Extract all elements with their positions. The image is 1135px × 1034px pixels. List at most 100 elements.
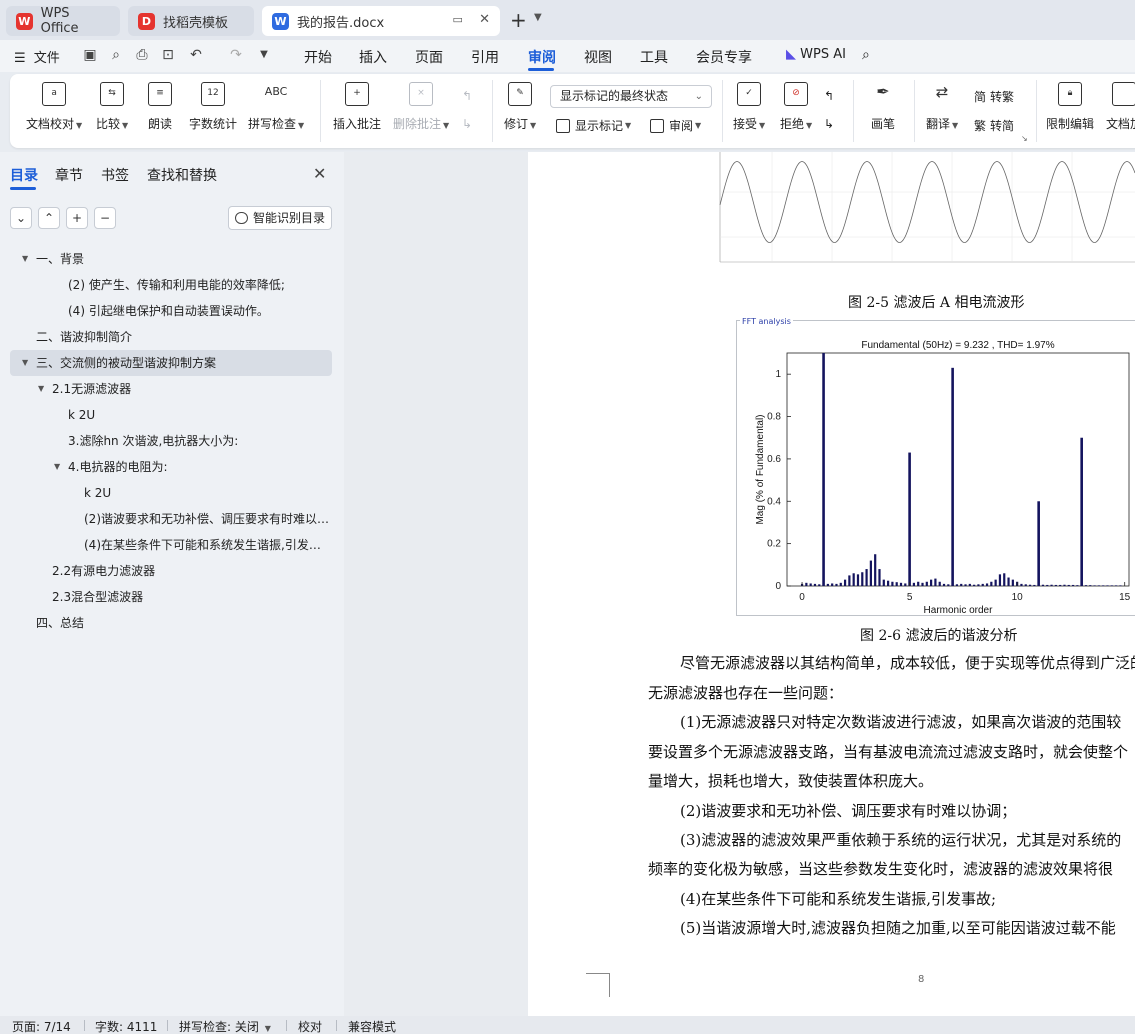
toc-item[interactable]: ▼ 2.1无源滤波器 <box>10 376 332 402</box>
toc-item[interactable]: k 2U <box>10 402 332 428</box>
menu-page[interactable]: 页面 <box>415 47 443 67</box>
to-simplified-button[interactable]: 繁 转简 <box>974 117 1014 134</box>
expand-down-icon[interactable]: ⌄ <box>10 207 32 229</box>
previous-change-icon[interactable]: ↰ <box>824 89 834 103</box>
word-count-button[interactable]: 12 字数统计 <box>189 82 237 132</box>
toc-item[interactable]: k 2U <box>10 480 332 506</box>
next-comment-icon[interactable]: ↳ <box>462 117 472 131</box>
toc-item[interactable]: ▼ 一、背景 <box>10 246 332 272</box>
remove-heading-icon[interactable]: − <box>94 207 116 229</box>
add-heading-icon[interactable]: + <box>66 207 88 229</box>
y-axis-label: Mag (% of Fundamental) <box>755 414 766 524</box>
chevron-down-icon[interactable]: ▼ <box>534 12 542 23</box>
fft-bar-chart: 0 5 10 15 0 0.2 0.4 0.6 0.8 1 Fundamental (50Hz) =… <box>755 340 1131 616</box>
doc-more-icon <box>1112 82 1135 106</box>
nav-tab-find-replace[interactable]: 查找和替换 <box>147 165 217 185</box>
wps-ai-button[interactable]: ◣ WPS AI <box>786 47 846 62</box>
toc-item[interactable]: (2)谐波要求和无功补偿、调压要求有时难以协调; <box>10 506 332 532</box>
toc-item[interactable]: ▼ 三、交流侧的被动型谐波抑制方案 <box>10 350 332 376</box>
fft-bar <box>891 581 894 586</box>
fft-bar <box>964 584 967 586</box>
nav-tab-sections[interactable]: 章节 <box>55 165 83 185</box>
doc-more-button[interactable]: 文档加 <box>1106 82 1135 132</box>
status-word-count[interactable]: 字数: 4111 <box>95 1018 157 1034</box>
print-icon[interactable]: ⎙ <box>134 47 150 63</box>
toc-item[interactable]: 3.滤除hn 次谐波,电抗器大小为: <box>10 428 332 454</box>
search-icon[interactable]: ⌕ <box>862 47 870 63</box>
close-icon[interactable]: ✕ <box>313 164 326 183</box>
review-pane-button[interactable]: 审阅 ▼ <box>650 117 701 134</box>
menu-review[interactable]: 审阅 <box>528 47 556 67</box>
fft-bar <box>925 581 928 586</box>
previous-comment-icon[interactable]: ↰ <box>462 89 472 103</box>
fft-bar <box>882 579 885 586</box>
tab-docer-templates[interactable]: D 找稻壳模板 <box>128 6 254 36</box>
spell-check-button[interactable]: ABC 拼写检查 ▼ <box>248 82 304 132</box>
insert-comment-button[interactable]: + 插入批注 <box>333 82 381 132</box>
restrict-edit-button[interactable]: 🔒︎ 限制编辑 <box>1046 82 1094 132</box>
menu-home[interactable]: 开始 <box>304 47 332 67</box>
window-restore-icon[interactable]: ▭ <box>453 13 463 26</box>
undo-icon[interactable]: ↶ <box>188 47 204 63</box>
compare-button[interactable]: ⇆ 比较 ▼ <box>96 82 128 132</box>
ribbon-separator <box>914 80 915 142</box>
toc-item[interactable]: (2) 使产生、传输和利用电能的效率降低; <box>10 272 332 298</box>
expand-toggle-icon[interactable]: ▼ <box>54 454 60 480</box>
menu-member[interactable]: 会员专享 <box>696 47 752 67</box>
new-tab-icon[interactable]: + <box>510 8 527 32</box>
smart-toc-button[interactable]: 智能识别目录 <box>228 206 332 230</box>
expand-toggle-icon[interactable]: ▼ <box>22 246 28 272</box>
fft-bar <box>886 580 890 586</box>
redo-icon[interactable]: ↷ <box>228 47 244 63</box>
body-paragraph: (3)滤波器的滤波效果严重依赖于系统的运行状况，尤其是对系统的 <box>680 831 1122 849</box>
accept-button[interactable]: ✓ 接受 ▼ <box>733 82 765 132</box>
tab-my-report-docx[interactable]: W 我的报告.docx ▭ ✕ <box>262 6 500 36</box>
nav-tab-toc[interactable]: 目录 <box>10 165 38 185</box>
expand-toggle-icon[interactable]: ▼ <box>38 376 44 402</box>
menu-tools[interactable]: 工具 <box>640 47 668 67</box>
toc-item[interactable]: 二、谐波抑制简介 <box>10 324 332 350</box>
menu-view[interactable]: 视图 <box>584 47 612 67</box>
expand-toggle-icon[interactable]: ▼ <box>22 350 28 376</box>
status-spell-check[interactable]: 拼写检查: 关闭 ▼ <box>179 1018 271 1034</box>
fft-bar <box>1067 584 1070 586</box>
toc-item[interactable]: 2.2有源电力滤波器 <box>10 558 332 584</box>
body-paragraph: (4)在某些条件下可能和系统发生谐振,引发事故; <box>680 890 997 908</box>
quick-access-more-icon[interactable]: ▼ <box>256 47 272 63</box>
status-proof[interactable]: 校对 <box>298 1018 322 1034</box>
share-icon[interactable]: ⌕ <box>108 47 124 63</box>
collapse-up-icon[interactable]: ⌃ <box>38 207 60 229</box>
group-launcher-icon[interactable]: ↘ <box>1021 134 1028 143</box>
menu-insert[interactable]: 插入 <box>359 47 387 67</box>
save-icon[interactable]: ▣ <box>82 47 98 63</box>
nav-tab-bookmarks[interactable]: 书签 <box>101 165 129 185</box>
translate-button[interactable]: ⇄ 翻译 ▼ <box>926 82 958 132</box>
delete-comment-button[interactable]: × 删除批注 ▼ <box>393 82 449 132</box>
next-change-icon[interactable]: ↳ <box>824 117 834 131</box>
print-preview-icon[interactable]: ⊡ <box>160 47 176 63</box>
reject-button[interactable]: ⊘ 拒绝 ▼ <box>780 82 812 132</box>
close-tab-icon[interactable]: ✕ <box>479 12 490 27</box>
markup-display-select[interactable]: 显示标记的最终状态 ⌄ <box>550 85 712 108</box>
y-tick-label: 0.8 <box>767 412 781 423</box>
show-markup-button[interactable]: 显示标记 ▼ <box>556 117 631 134</box>
status-page[interactable]: 页面: 7/14 <box>12 1018 71 1034</box>
toc-item[interactable]: (4) 引起继电保护和自动装置误动作。 <box>10 298 332 324</box>
toc-item[interactable]: (4)在某些条件下可能和系统发生谐振,引发事故; <box>10 532 332 558</box>
toc-item[interactable]: 2.3混合型滤波器 <box>10 584 332 610</box>
file-menu[interactable]: ☰ 文件 <box>14 47 60 66</box>
to-traditional-button[interactable]: 简 转繁 <box>974 88 1014 105</box>
fft-bar <box>822 353 825 586</box>
tab-wps-office[interactable]: W WPS Office <box>6 6 120 36</box>
pen-button[interactable]: ✒ 画笔 <box>871 82 895 132</box>
doc-check-button[interactable]: a 文档校对 ▼ <box>26 82 82 132</box>
toc-item-label: k 2U <box>68 408 96 422</box>
track-changes-button[interactable]: ✎ 修订 ▼ <box>504 82 536 132</box>
show-markup-icon <box>556 118 570 133</box>
reject-icon: ⊘ <box>784 82 809 106</box>
toc-item[interactable]: 四、总结 <box>10 610 332 636</box>
read-aloud-button[interactable]: ≡ 朗读 <box>148 82 172 132</box>
menu-references[interactable]: 引用 <box>471 47 499 67</box>
to-simplified-label: 转简 <box>990 119 1015 133</box>
toc-item[interactable]: ▼ 4.电抗器的电阻为: <box>10 454 332 480</box>
